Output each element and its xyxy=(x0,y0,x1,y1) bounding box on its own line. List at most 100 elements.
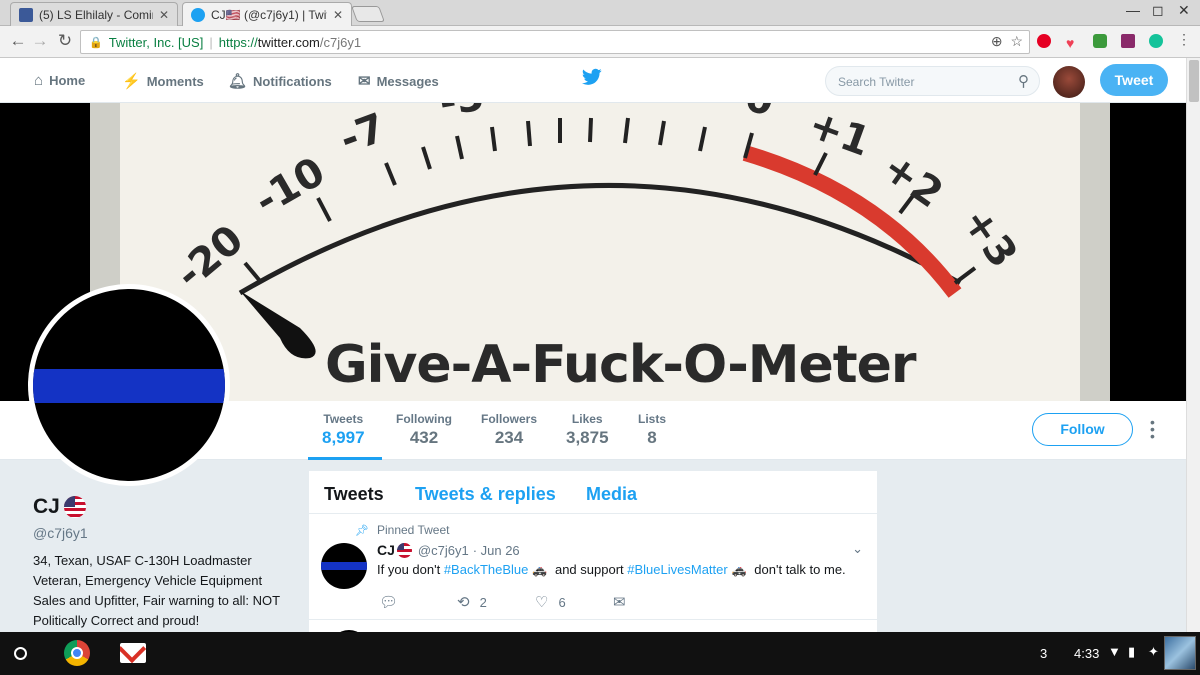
close-icon[interactable]: ✕ xyxy=(333,8,343,22)
like-button[interactable]: ♡ 6 xyxy=(535,593,566,611)
twitter-bird-icon[interactable] xyxy=(582,68,602,86)
battery-icon[interactable]: ▮ xyxy=(1128,644,1135,660)
stat-label: Following xyxy=(396,412,452,426)
stat-likes[interactable]: Likes 3,875 xyxy=(566,412,609,448)
gmail-icon[interactable] xyxy=(120,643,146,663)
profile-avatar[interactable] xyxy=(28,284,230,486)
lock-icon: 🔒 xyxy=(89,36,103,49)
tweet-date[interactable]: · Jun 26 xyxy=(473,543,520,558)
tab-tweets-replies[interactable]: Tweets & replies xyxy=(415,484,556,505)
profile-handle[interactable]: @c7j6y1 xyxy=(33,525,293,541)
search-input[interactable]: Search Twitter ⚲ xyxy=(825,66,1040,96)
chrome-icon[interactable] xyxy=(64,640,90,666)
stat-followers[interactable]: Followers 234 xyxy=(481,412,537,448)
profile-name[interactable]: CJ xyxy=(33,495,60,519)
stat-label: Likes xyxy=(571,412,603,426)
clock[interactable]: 4:33 xyxy=(1074,646,1099,661)
star-icon[interactable]: ☆ xyxy=(1010,33,1023,49)
pin-icon: 📌︎ xyxy=(355,525,369,537)
close-window-button[interactable]: ✕ xyxy=(1178,2,1190,19)
avatar[interactable] xyxy=(1053,66,1085,98)
wifi-icon[interactable]: ▼ xyxy=(1108,644,1121,659)
tweet-text-part: and support xyxy=(554,562,624,577)
tweet-author-name[interactable]: CJ xyxy=(377,542,395,558)
tweet-avatar[interactable] xyxy=(321,543,367,589)
accessibility-icon[interactable]: ✦ xyxy=(1148,644,1159,660)
minimize-button[interactable]: — xyxy=(1126,2,1140,18)
close-icon[interactable]: ✕ xyxy=(159,8,169,22)
tweet-author-handle[interactable]: @c7j6y1 xyxy=(418,543,469,558)
us-flag-icon xyxy=(63,496,86,518)
stat-value: 3,875 xyxy=(566,428,609,447)
tab-title: CJ🇺🇸 (@c7j6y1) | Twitte xyxy=(211,8,327,22)
notification-count[interactable]: 3 xyxy=(1040,646,1047,661)
stat-label: Tweets xyxy=(323,412,364,426)
scrollbar-thumb[interactable] xyxy=(1189,60,1199,102)
nav-messages[interactable]: ✉ Messages xyxy=(358,72,439,90)
zoom-icon[interactable]: ⊕ xyxy=(991,33,1003,49)
back-icon[interactable]: ← xyxy=(8,31,28,51)
tweet-text: If you don't #BackTheBlue 🚓 and support #… xyxy=(377,562,846,577)
search-placeholder: Search Twitter xyxy=(838,75,915,89)
meter-caption: Give-A-Fuck-O-Meter xyxy=(325,335,917,395)
tab-twitter[interactable]: CJ🇺🇸 (@c7j6y1) | Twitte ✕ xyxy=(182,2,352,27)
address-bar[interactable]: 🔒 Twitter, Inc. [US] | https:// twitter.… xyxy=(80,30,1030,54)
timeline-tabs: Tweets Tweets & replies Media xyxy=(309,471,877,514)
tab-media[interactable]: Media xyxy=(586,484,637,505)
pinned-label: 📌︎ Pinned Tweet xyxy=(355,523,449,537)
retweet-button[interactable]: ⟲ 2 xyxy=(457,593,487,611)
launcher-icon[interactable] xyxy=(14,647,27,660)
extension-icon[interactable] xyxy=(1093,34,1107,48)
stat-following[interactable]: Following 432 xyxy=(396,412,452,448)
new-tab-button[interactable] xyxy=(351,6,385,22)
omnibox-icons: ⊕ ☆ xyxy=(991,33,1023,50)
grammarly-icon[interactable] xyxy=(1149,34,1163,48)
user-avatar-thumbnail[interactable] xyxy=(1164,636,1196,670)
profile-card: CJ @c7j6y1 34, Texan, USAF C-130H Loadma… xyxy=(33,495,293,631)
police-car-icon: 🚓 xyxy=(532,563,548,577)
tweet-header: CJ @c7j6y1 · Jun 26 xyxy=(377,542,520,558)
profile-name-row: CJ xyxy=(33,495,293,519)
stat-lists[interactable]: Lists 8 xyxy=(638,412,666,448)
reply-button[interactable]: 💬︎ xyxy=(379,593,408,611)
timeline: Tweets Tweets & replies Media 📌︎ Pinned T… xyxy=(308,470,878,650)
pocket-icon[interactable]: ♥ xyxy=(1066,35,1074,51)
nav-moments-label: Moments xyxy=(146,73,204,89)
pinterest-icon[interactable] xyxy=(1037,34,1051,48)
search-icon[interactable]: ⚲ xyxy=(1018,72,1029,90)
tab-strip: (5) LS Elhilaly - Coming f ✕ CJ🇺🇸 (@c7j6… xyxy=(0,0,1200,27)
tab-tweets[interactable]: Tweets xyxy=(324,484,384,505)
heart-icon: ♡ xyxy=(535,594,549,611)
stat-label: Lists xyxy=(638,412,667,426)
svg-text:-10: -10 xyxy=(247,149,333,225)
svg-text:-5: -5 xyxy=(436,103,488,126)
nav-moments[interactable]: ⚡ Moments xyxy=(122,72,204,90)
security-label: Twitter, Inc. [US] xyxy=(108,34,204,50)
forward-icon[interactable]: → xyxy=(30,31,50,51)
scrollbar[interactable] xyxy=(1186,58,1200,632)
maximize-button[interactable]: ◻ xyxy=(1152,2,1164,19)
tab-facebook[interactable]: (5) LS Elhilaly - Coming f ✕ xyxy=(10,2,178,26)
url-path: /c7j6y1 xyxy=(319,34,362,50)
reload-icon[interactable]: ↻ xyxy=(55,31,75,51)
stat-tweets[interactable]: Tweets 8,997 xyxy=(322,412,365,448)
nav-home-label: Home xyxy=(49,73,86,88)
more-options-icon[interactable]: • • • xyxy=(1150,415,1155,443)
extension-icon[interactable] xyxy=(1121,34,1135,48)
nav-messages-label: Messages xyxy=(376,73,439,89)
nav-notifications[interactable]: 🔔︎ Notifications xyxy=(228,72,332,90)
nav-home[interactable]: ⌂ Home xyxy=(34,72,85,89)
menu-icon[interactable]: ⋮ xyxy=(1174,31,1194,48)
twitter-icon xyxy=(191,8,205,22)
tweet-text-part: If you don't xyxy=(377,562,441,577)
svg-text:+1: +1 xyxy=(803,103,876,166)
tweet-button[interactable]: Tweet xyxy=(1100,64,1168,96)
hashtag-link[interactable]: #BlueLivesMatter xyxy=(627,562,727,577)
message-button[interactable]: ✉ xyxy=(613,593,636,611)
tab-title: (5) LS Elhilaly - Coming f xyxy=(39,7,153,22)
tweet-actions: 💬︎ ⟲ 2 ♡ 6 ✉ xyxy=(379,593,679,613)
police-car-icon: 🚓 xyxy=(731,563,747,577)
follow-button[interactable]: Follow xyxy=(1032,413,1133,446)
chevron-down-icon[interactable]: ⌄ xyxy=(852,541,863,557)
hashtag-link[interactable]: #BackTheBlue xyxy=(444,562,529,577)
